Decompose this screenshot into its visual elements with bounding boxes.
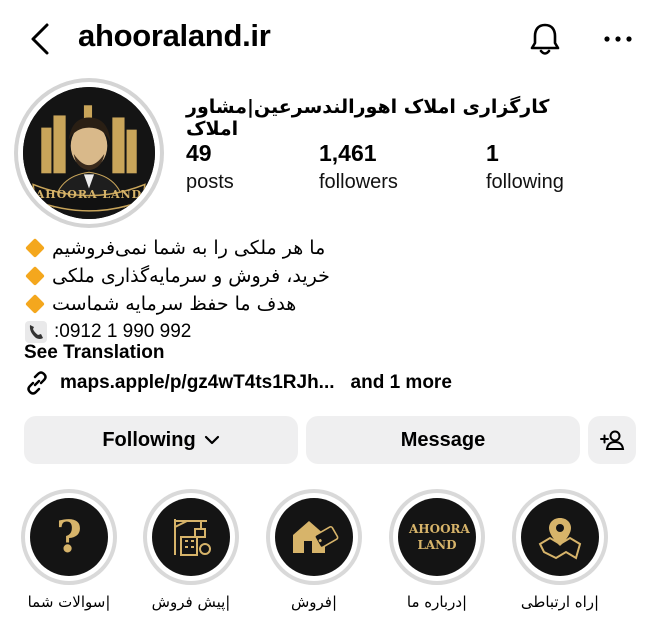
see-translation-link[interactable]: See Translation	[24, 342, 164, 364]
posts-label: posts	[186, 171, 234, 193]
chevron-down-icon	[204, 435, 219, 445]
diamond-icon	[25, 238, 45, 258]
highlight-label: |فروش	[290, 593, 338, 611]
following-stat[interactable]: 1 following	[486, 140, 564, 194]
posts-stat[interactable]: 49 posts	[186, 140, 234, 194]
highlight-questions[interactable]: ? |سوالات شما	[19, 489, 119, 611]
message-button-label: Message	[400, 428, 486, 451]
message-button[interactable]: Message	[306, 416, 580, 464]
bio-text: ما هر ملکی را به شما نمی‌فروشیم	[52, 237, 326, 259]
bio-links[interactable]: maps.apple/p/gz4wT4ts1RJh... and 1 more	[24, 370, 452, 396]
bio-text: خرید، فروش و سرمایه‌گذاری ملکی	[52, 265, 330, 287]
link-icon	[27, 371, 47, 395]
following-count: 1	[486, 140, 499, 166]
diamond-icon	[25, 266, 45, 286]
avatar-logo: AHOORA LAND	[23, 87, 155, 219]
following-label: following	[486, 171, 564, 193]
following-button[interactable]: Following	[24, 416, 298, 464]
ellipsis-icon[interactable]	[600, 26, 636, 52]
highlight-sale[interactable]: |فروش	[264, 489, 364, 611]
diamond-icon	[25, 294, 45, 314]
link-url[interactable]: maps.apple/p/gz4wT4ts1RJh...	[60, 372, 335, 394]
telephone-icon	[25, 321, 47, 343]
top-bar: ahooraland.ir	[0, 0, 660, 78]
profile-avatar[interactable]: AHOORA LAND	[14, 78, 164, 228]
following-button-label: Following	[102, 428, 196, 451]
question-mark-icon: ?	[56, 511, 82, 563]
followers-count: 1,461	[319, 140, 377, 166]
construction-icon	[174, 519, 211, 556]
profile-username: ahooraland.ir	[78, 18, 271, 53]
map-pin-icon	[538, 518, 582, 560]
highlight-label: |پیش فروش	[151, 593, 231, 611]
highlight-presale[interactable]: |پیش فروش	[141, 489, 241, 611]
highlight-about[interactable]: AHOORA LAND |درباره ما	[387, 489, 487, 611]
bio-line: خرید، فروش و سرمایه‌گذاری ملکی	[24, 262, 624, 290]
bio-line: هدف ما حفظ سرمایه شماست	[24, 290, 624, 318]
logo-text-icon: AHOORA LAND	[409, 522, 470, 552]
highlight-contact[interactable]: |راه ارتباطی	[510, 489, 610, 611]
suggested-users-button[interactable]	[588, 416, 636, 464]
highlight-label: |سوالات شما	[27, 593, 111, 611]
highlight-label: |درباره ما	[406, 593, 468, 611]
chevron-left-icon[interactable]	[28, 22, 54, 56]
followers-stat[interactable]: 1,461 followers	[319, 140, 398, 194]
bio-text: هدف ما حفظ سرمایه شماست	[52, 293, 297, 315]
add-user-icon	[600, 430, 625, 450]
bio-line: ما هر ملکی را به شما نمی‌فروشیم	[24, 234, 624, 262]
profile-bio: ما هر ملکی را به شما نمی‌فروشیم خرید، فر…	[24, 234, 624, 346]
house-sale-icon	[293, 521, 339, 553]
posts-count: 49	[186, 140, 212, 166]
followers-label: followers	[319, 171, 398, 193]
bell-icon[interactable]	[526, 20, 564, 58]
avatar-logo-text: AHOORA LAND	[35, 188, 143, 201]
highlight-label: |راه ارتباطی	[520, 593, 600, 611]
more-links[interactable]: and 1 more	[351, 372, 452, 394]
profile-display-name: کارگزاری املاک اهورالندسرعین|مشاور املاک	[186, 96, 550, 140]
